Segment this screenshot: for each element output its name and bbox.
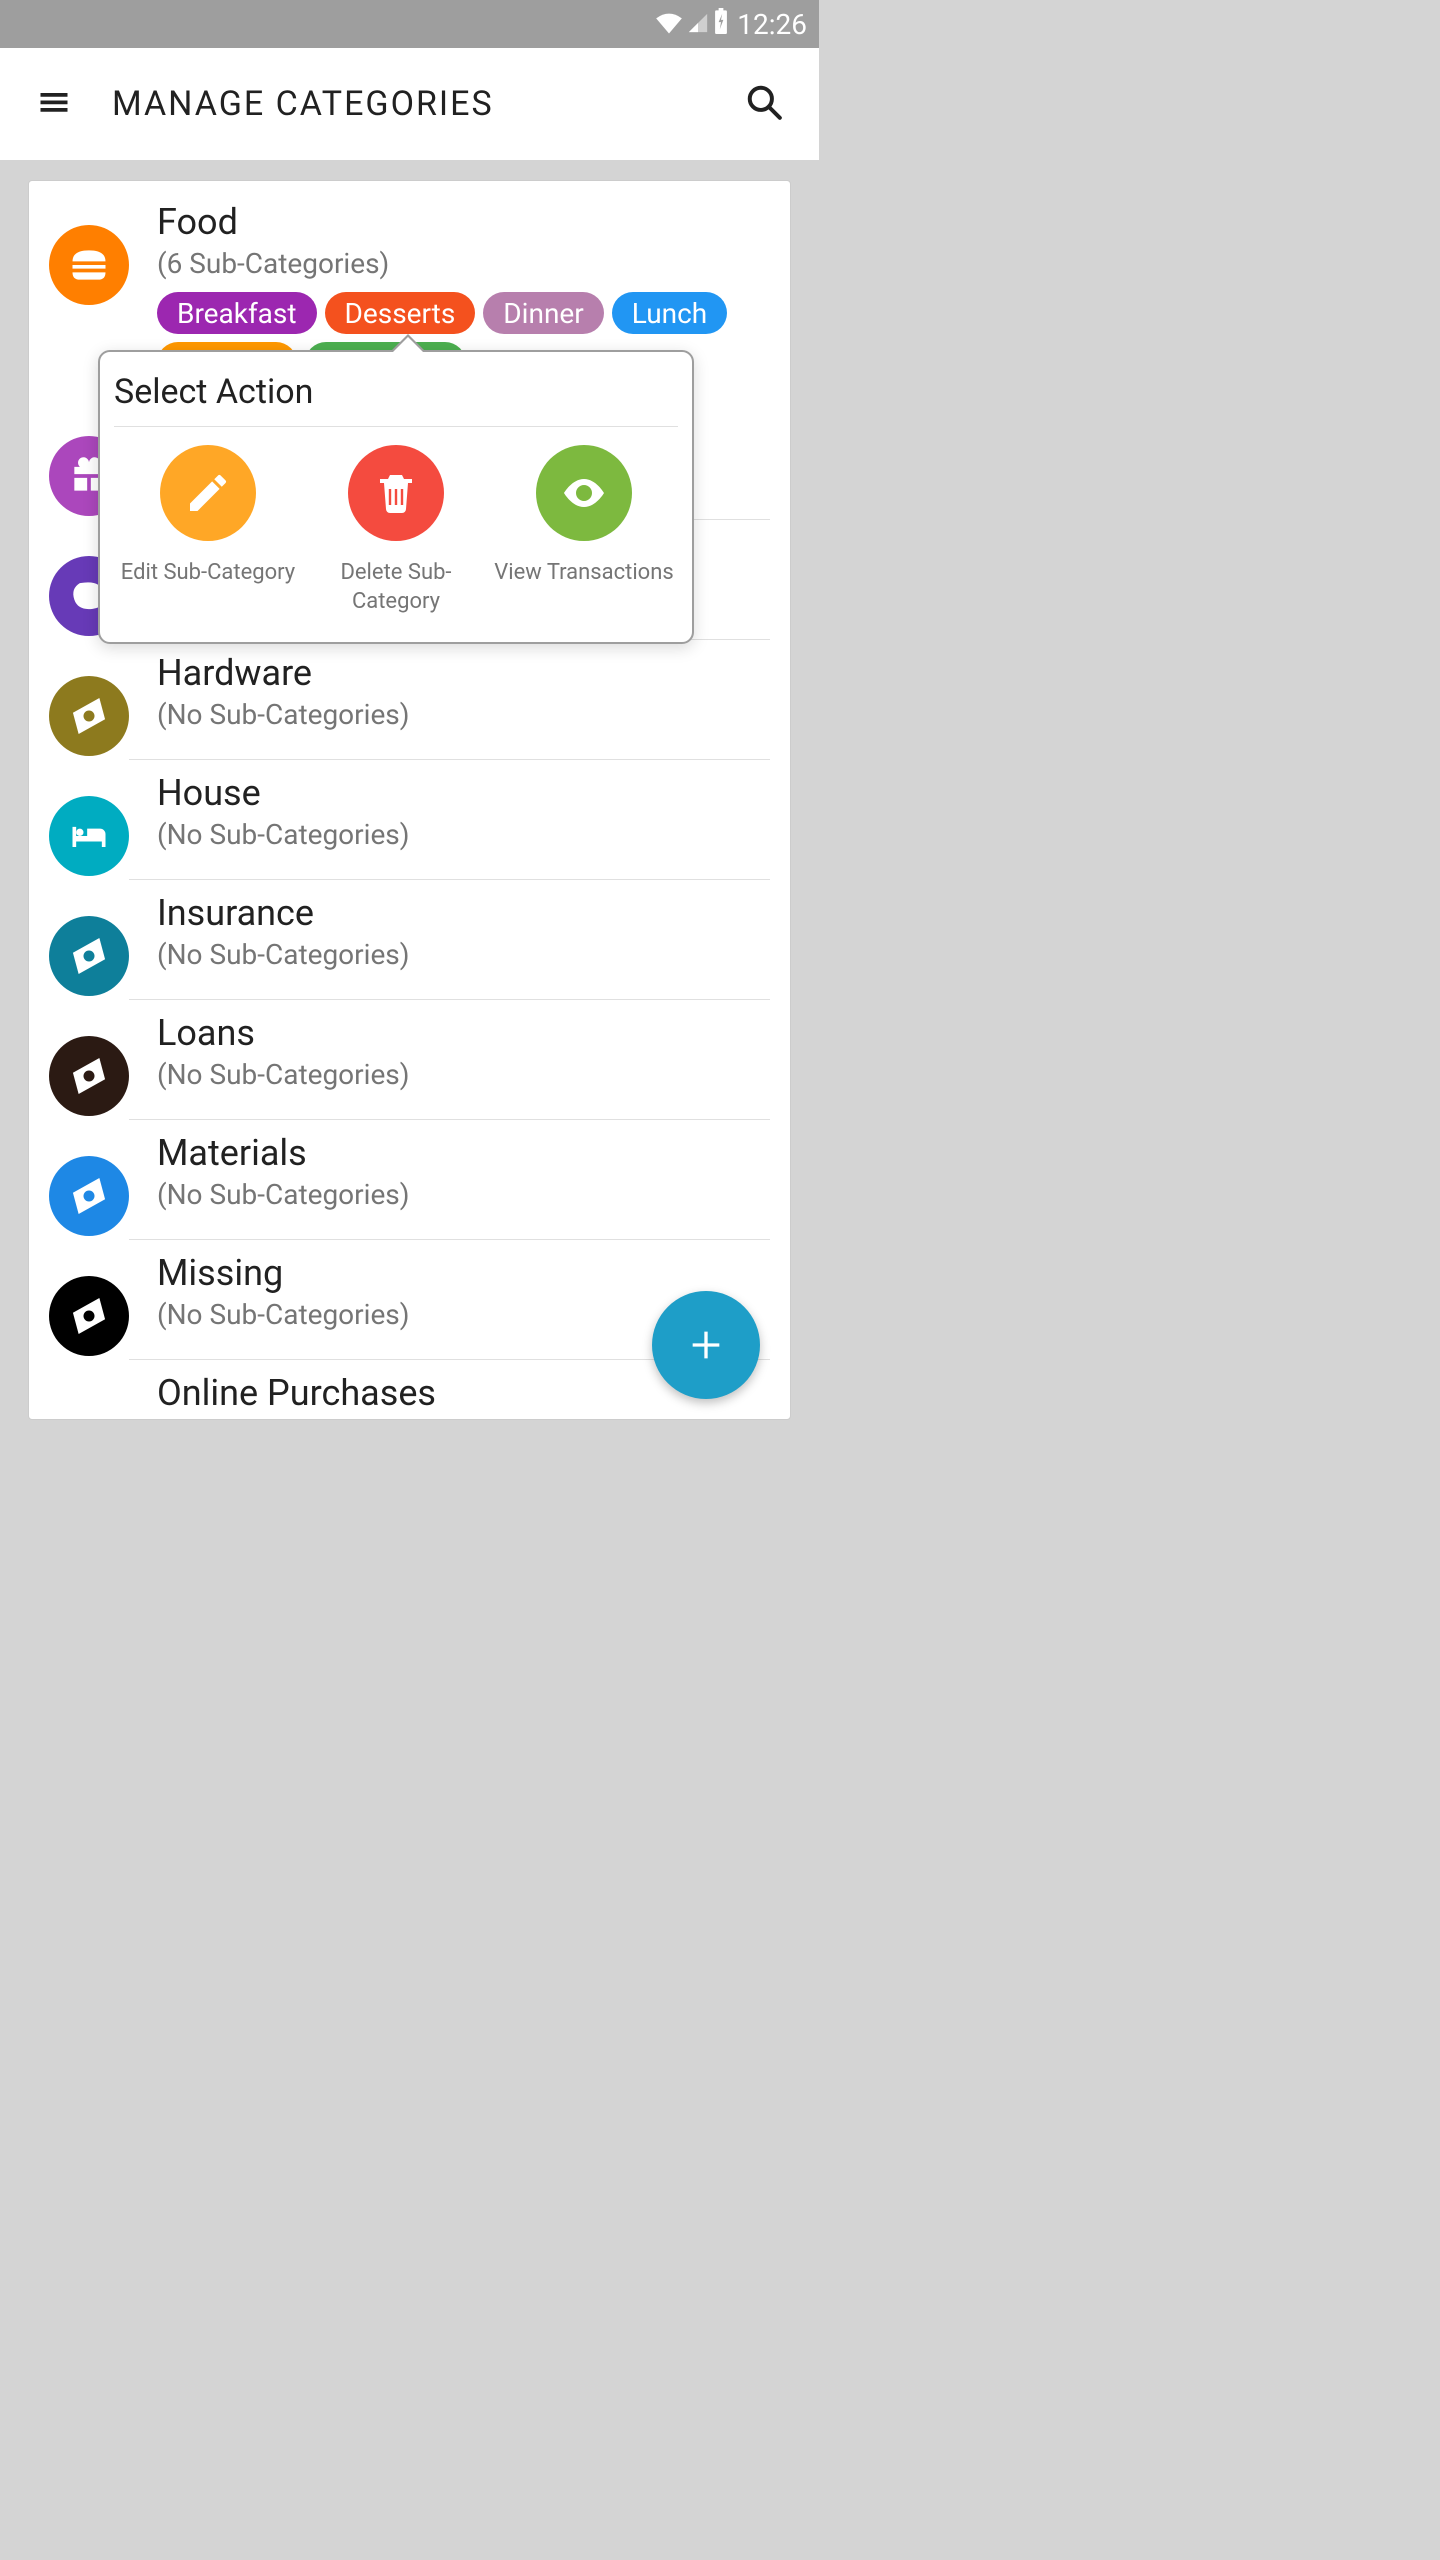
- add-button[interactable]: [652, 1291, 760, 1399]
- status-time: 12:26: [737, 8, 807, 41]
- bed-icon: [49, 796, 129, 876]
- category-subcount: (No Sub-Categories): [157, 1058, 770, 1091]
- pencil-icon: [160, 445, 256, 541]
- category-title: House: [157, 772, 770, 814]
- category-title: Materials: [157, 1132, 770, 1174]
- chip-dinner[interactable]: Dinner: [483, 292, 603, 334]
- money-icon: [49, 916, 129, 996]
- category-item-loans[interactable]: Loans (No Sub-Categories): [29, 1000, 790, 1120]
- status-bar: 12:26: [0, 0, 819, 48]
- view-transactions-button[interactable]: View Transactions: [494, 445, 674, 588]
- page-title: MANAGE CATEGORIES: [112, 84, 705, 124]
- category-item-hardware[interactable]: Hardware (No Sub-Categories): [29, 640, 790, 760]
- category-item-house[interactable]: House (No Sub-Categories): [29, 760, 790, 880]
- battery-charging-icon: [713, 8, 729, 41]
- action-label: View Transactions: [494, 559, 673, 588]
- edit-subcategory-button[interactable]: Edit Sub-Category: [118, 445, 298, 588]
- money-icon: [49, 1156, 129, 1236]
- category-subcount: (6 Sub-Categories): [157, 247, 770, 280]
- search-icon[interactable]: [745, 83, 783, 125]
- category-subcount: (No Sub-Categories): [157, 698, 770, 731]
- delete-subcategory-button[interactable]: Delete Sub-Category: [306, 445, 486, 616]
- money-icon: [49, 676, 129, 756]
- chip-desserts[interactable]: Desserts: [325, 292, 476, 334]
- money-icon: [49, 1276, 129, 1356]
- plus-icon: [686, 1325, 726, 1365]
- category-item-materials[interactable]: Materials (No Sub-Categories): [29, 1120, 790, 1240]
- category-subcount: (No Sub-Categories): [157, 938, 770, 971]
- action-label: Edit Sub-Category: [121, 559, 295, 588]
- popover-title: Select Action: [114, 372, 678, 427]
- category-title: Missing: [157, 1252, 770, 1294]
- category-item-insurance[interactable]: Insurance (No Sub-Categories): [29, 880, 790, 1000]
- popover-actions: Edit Sub-Category Delete Sub-Category Vi…: [114, 445, 678, 616]
- category-title: Loans: [157, 1012, 770, 1054]
- wifi-icon: [655, 8, 683, 41]
- menu-icon[interactable]: [36, 84, 72, 124]
- category-title: Hardware: [157, 652, 770, 694]
- signal-icon: [687, 8, 709, 41]
- action-label: Delete Sub-Category: [306, 559, 486, 616]
- category-subcount: (No Sub-Categories): [157, 818, 770, 851]
- category-title: Insurance: [157, 892, 770, 934]
- category-title: Food: [157, 201, 770, 243]
- chip-lunch[interactable]: Lunch: [612, 292, 727, 334]
- trash-icon: [348, 445, 444, 541]
- money-icon: [49, 1036, 129, 1116]
- burger-icon: [49, 225, 129, 305]
- category-subcount: (No Sub-Categories): [157, 1178, 770, 1211]
- select-action-popover: Select Action Edit Sub-Category Delete S…: [98, 350, 694, 644]
- eye-icon: [536, 445, 632, 541]
- chip-breakfast[interactable]: Breakfast: [157, 292, 317, 334]
- app-bar: MANAGE CATEGORIES: [0, 48, 819, 160]
